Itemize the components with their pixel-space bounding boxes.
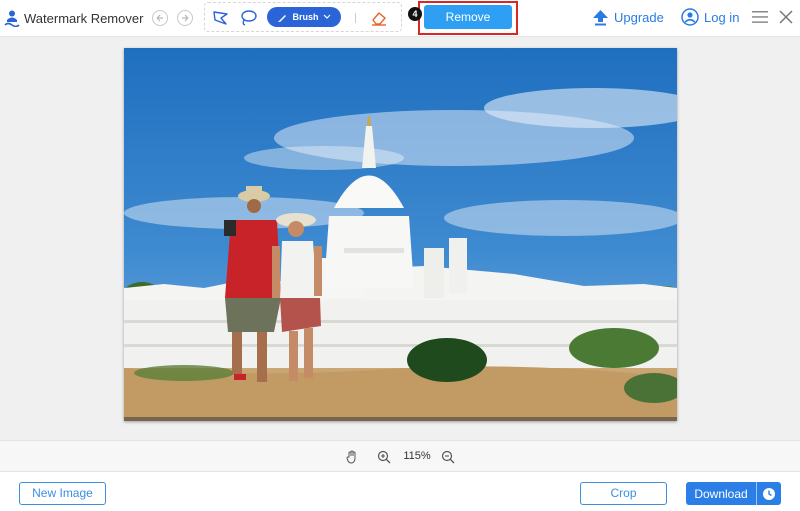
eraser-icon: [372, 12, 386, 26]
selection-tools-group: Brush: [204, 2, 402, 32]
login-label: Log in: [704, 9, 740, 25]
zoom-out-icon: [441, 450, 455, 464]
remove-button[interactable]: Remove: [424, 5, 512, 29]
brush-label: Brush: [292, 12, 319, 22]
download-label: Download: [694, 486, 748, 501]
app-title: Watermark Remover: [24, 10, 144, 26]
app-logo: Watermark Remover: [4, 9, 143, 27]
menu-icon: [752, 11, 768, 23]
brush-icon: [278, 14, 287, 22]
upgrade-label: Upgrade: [614, 10, 664, 25]
lasso-icon: [241, 10, 257, 26]
hand-icon: [346, 450, 356, 464]
crop-button[interactable]: Crop: [580, 482, 667, 505]
tool-separator: [355, 13, 356, 23]
download-history-button[interactable]: [757, 482, 781, 505]
user-icon: [681, 8, 699, 26]
chevron-down-icon: [323, 14, 330, 19]
lasso-tool[interactable]: [238, 9, 258, 27]
zoom-in-icon: [377, 450, 391, 464]
new-image-button[interactable]: New Image: [19, 482, 106, 505]
polygon-lasso-tool[interactable]: [211, 9, 231, 27]
zoom-in-button[interactable]: [377, 450, 391, 464]
uploaded-photo[interactable]: [124, 48, 677, 421]
close-icon: [779, 10, 793, 24]
clock-icon: [763, 487, 775, 500]
photo-image: [124, 48, 677, 421]
zoom-out-button[interactable]: [441, 450, 455, 464]
image-canvas[interactable]: [0, 37, 800, 440]
undo-button[interactable]: [152, 10, 168, 26]
redo-icon: [182, 14, 189, 22]
zoom-bar: 115%: [0, 440, 800, 472]
undo-icon: [156, 14, 163, 22]
bottom-actions: New Image Crop Download: [0, 472, 800, 511]
upgrade-arrow-icon: [593, 10, 608, 26]
eraser-tool[interactable]: [369, 9, 389, 27]
menu-button[interactable]: [751, 10, 769, 24]
brush-tool-button[interactable]: Brush: [267, 7, 341, 27]
login-link[interactable]: Log in: [681, 8, 739, 26]
pan-tool-button[interactable]: [345, 450, 359, 464]
download-button[interactable]: Download: [686, 482, 781, 505]
top-toolbar: Watermark Remover Brush 4 Remove Upgrade…: [0, 0, 800, 37]
step-number-badge: 4: [408, 7, 422, 21]
polygon-lasso-icon: [213, 11, 228, 25]
zoom-level: 115%: [403, 450, 431, 462]
redo-button[interactable]: [177, 10, 193, 26]
watermark-remover-logo-icon: [4, 10, 20, 27]
close-button[interactable]: [778, 9, 794, 25]
upgrade-link[interactable]: Upgrade: [592, 9, 664, 26]
